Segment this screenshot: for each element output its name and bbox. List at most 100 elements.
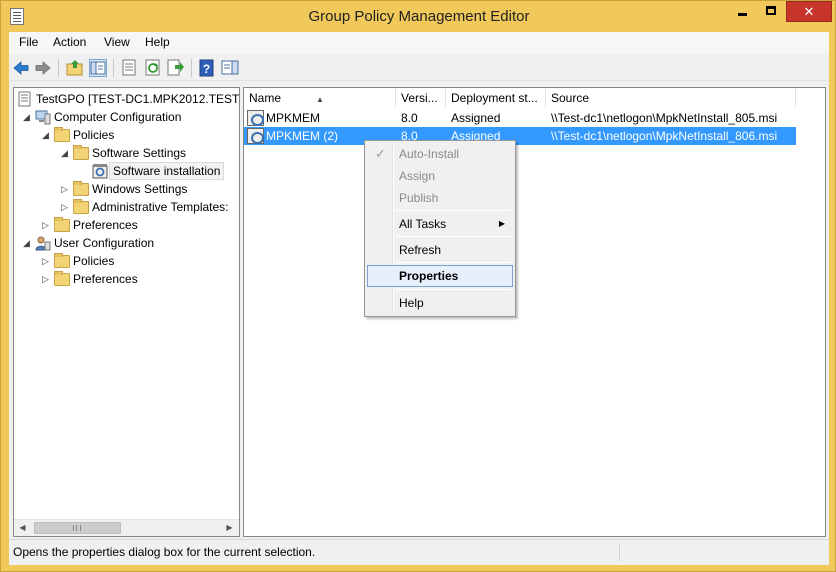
menu-item-label: All Tasks <box>399 217 447 231</box>
forward-arrow-icon[interactable] <box>34 59 52 77</box>
show-hide-tree-icon[interactable] <box>89 59 107 77</box>
tree-item-label: Policies <box>73 128 115 142</box>
minimize-icon <box>737 13 747 16</box>
menu-item-label: Auto-Install <box>399 147 460 161</box>
toolbar: ? <box>9 55 829 81</box>
collapsed-arrow-icon[interactable]: ▷ <box>60 180 69 198</box>
client-area: File Action View Help ? TestGPO [TEST-DC… <box>9 32 829 565</box>
scroll-thumb[interactable] <box>34 522 121 534</box>
folder-icon <box>54 253 70 269</box>
menu-action[interactable]: Action <box>53 35 86 49</box>
menu-bar: File Action View Help <box>9 32 829 54</box>
column-header-source[interactable]: Source <box>546 88 796 108</box>
cell-name: MPKMEM (2) <box>266 129 338 143</box>
toolbar-separator <box>113 59 114 77</box>
minimize-button[interactable] <box>728 1 756 22</box>
up-folder-icon[interactable] <box>66 59 84 77</box>
menu-item-refresh[interactable]: Refresh <box>367 239 513 261</box>
status-text: Opens the properties dialog box for the … <box>13 545 316 559</box>
collapsed-arrow-icon[interactable]: ▷ <box>41 270 50 288</box>
collapsed-arrow-icon[interactable]: ▷ <box>41 252 50 270</box>
export-list-icon[interactable] <box>167 59 185 77</box>
menu-separator <box>395 289 511 290</box>
toolbar-separator <box>58 59 59 77</box>
tree-item-label: Software Settings <box>92 146 187 160</box>
list-row[interactable]: MPKMEM 8.0 Assigned \\Test-dc1\netlogon\… <box>244 109 796 127</box>
policy-document-icon <box>17 91 33 107</box>
close-button[interactable]: ✕ <box>786 1 832 22</box>
status-bar: Opens the properties dialog box for the … <box>9 539 829 563</box>
column-header-label: Name <box>249 91 282 105</box>
menu-item-properties[interactable]: Properties <box>367 265 513 287</box>
menu-separator <box>395 210 511 211</box>
expanded-arrow-icon[interactable]: ◢ <box>22 108 31 126</box>
software-installation-icon <box>92 163 108 179</box>
menu-item-help[interactable]: Help <box>367 292 513 314</box>
window-title: Group Policy Management Editor <box>308 8 530 25</box>
title-bar[interactable]: Group Policy Management Editor ✕ <box>1 1 836 32</box>
tree-item-label: Software installation <box>109 162 225 180</box>
folder-icon <box>54 271 70 287</box>
cell-deployment: Assigned <box>451 111 501 125</box>
tree-item-label: Computer Configuration <box>54 110 182 124</box>
tree-item-label: Preferences <box>73 218 138 232</box>
show-action-pane-icon[interactable] <box>221 59 239 77</box>
svg-text:?: ? <box>203 62 210 76</box>
maximize-icon <box>766 6 776 15</box>
column-header-name[interactable]: Name ▲ <box>244 88 396 108</box>
close-icon: ✕ <box>803 4 815 19</box>
scroll-right-icon[interactable]: ▶ <box>221 520 238 536</box>
tree-item-label: TestGPO [TEST-DC1.MPK2012.TEST] Policy <box>36 92 240 106</box>
menu-separator <box>395 236 511 237</box>
expanded-arrow-icon[interactable]: ◢ <box>41 126 50 144</box>
main-window: Group Policy Management Editor ✕ File Ac… <box>0 0 836 572</box>
cell-source: \\Test-dc1\netlogon\MpkNetInstall_806.ms… <box>551 129 778 143</box>
tree-item-label: Windows Settings <box>92 182 188 196</box>
folder-icon <box>54 127 70 143</box>
menu-file[interactable]: File <box>19 35 38 49</box>
collapsed-arrow-icon[interactable]: ▷ <box>41 216 50 234</box>
tree-item-label: User Configuration <box>54 236 155 250</box>
folder-icon <box>73 181 89 197</box>
back-arrow-icon[interactable] <box>12 59 30 77</box>
expanded-arrow-icon[interactable]: ◢ <box>60 144 69 162</box>
package-icon <box>247 110 264 126</box>
folder-icon <box>73 199 89 215</box>
folder-open-icon <box>73 145 89 161</box>
list-row-selected[interactable]: MPKMEM (2) 8.0 Assigned \\Test-dc1\netlo… <box>244 127 796 145</box>
user-icon <box>35 235 51 251</box>
context-menu: ✓ Auto-Install Assign Publish All Tasks … <box>364 140 516 317</box>
help-icon[interactable]: ? <box>198 59 216 77</box>
menu-view[interactable]: View <box>104 35 130 49</box>
package-icon <box>247 128 264 144</box>
menu-item-assign[interactable]: Assign <box>367 165 513 187</box>
tree-item-label: Policies <box>73 254 115 268</box>
results-list-pane[interactable]: Name ▲ Versi... Deployment st... Source … <box>243 87 826 537</box>
menu-item-auto-install[interactable]: ✓ Auto-Install <box>367 143 513 165</box>
tree-item-label: Administrative Templates: <box>92 200 229 214</box>
menu-item-publish[interactable]: Publish <box>367 187 513 209</box>
status-divider <box>619 543 620 561</box>
menu-help[interactable]: Help <box>145 35 170 49</box>
refresh-icon[interactable] <box>144 59 162 77</box>
menu-separator <box>395 262 511 263</box>
tree-pane[interactable]: TestGPO [TEST-DC1.MPK2012.TEST] Policy ◢… <box>13 87 240 537</box>
computer-icon <box>35 109 51 125</box>
column-header-deployment-state[interactable]: Deployment st... <box>446 88 546 108</box>
cell-name: MPKMEM <box>266 111 320 125</box>
sort-ascending-icon: ▲ <box>316 95 324 104</box>
menu-item-all-tasks[interactable]: All Tasks ▶ <box>367 213 513 235</box>
toolbar-separator <box>191 59 192 77</box>
column-header-version[interactable]: Versi... <box>396 88 446 108</box>
collapsed-arrow-icon[interactable]: ▷ <box>60 198 69 216</box>
folder-icon <box>54 217 70 233</box>
scroll-left-icon[interactable]: ◀ <box>14 520 31 536</box>
checkmark-icon: ✓ <box>375 146 386 161</box>
cell-version: 8.0 <box>401 111 418 125</box>
properties-sheet-icon[interactable] <box>120 59 138 77</box>
expanded-arrow-icon[interactable]: ◢ <box>22 234 31 252</box>
submenu-arrow-icon: ▶ <box>498 219 505 228</box>
cell-source: \\Test-dc1\netlogon\MpkNetInstall_805.ms… <box>551 111 778 125</box>
tree-horizontal-scrollbar[interactable]: ◀ ▶ <box>14 519 239 536</box>
maximize-button[interactable] <box>757 1 785 22</box>
